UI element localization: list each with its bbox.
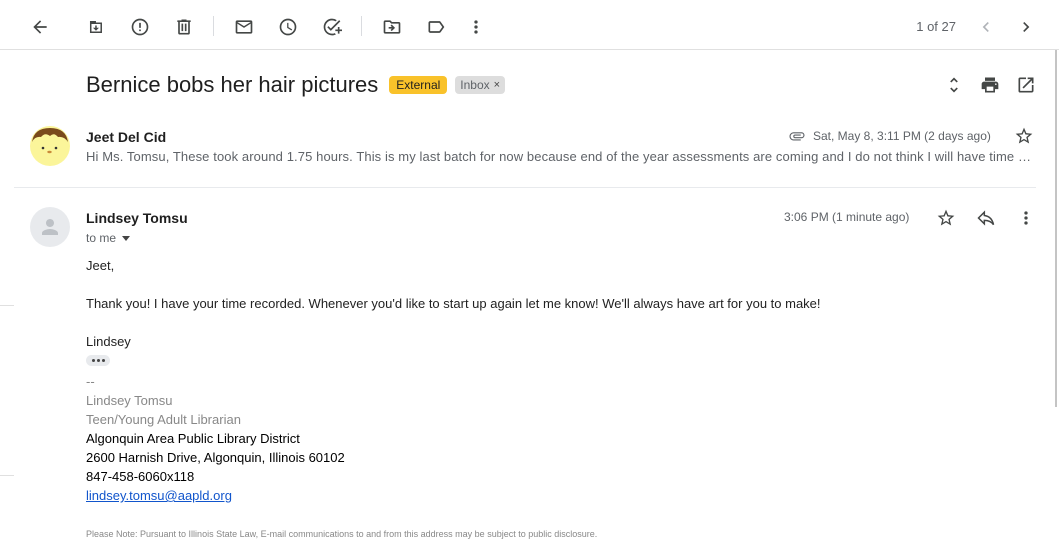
divider: [0, 305, 14, 306]
star-button[interactable]: [934, 206, 958, 230]
signature-disclaimer: Please Note: Pursuant to Illinois State …: [86, 529, 598, 539]
signature-org: Algonquin Area Public Library District: [86, 431, 300, 446]
message-snippet: Hi Ms. Tomsu, These took around 1.75 hou…: [86, 149, 1034, 164]
signature-title: Teen/Young Adult Librarian: [86, 412, 241, 427]
clock-icon: [279, 18, 297, 36]
label-external: External: [389, 76, 448, 94]
archive-button[interactable]: [78, 9, 114, 45]
more-vert-icon: [1024, 211, 1028, 225]
message-more-button[interactable]: [1014, 206, 1038, 230]
report-spam-button[interactable]: [122, 9, 158, 45]
label-inbox-text: Inbox: [460, 78, 490, 92]
toolbar: 1 of 27: [0, 0, 1059, 50]
avatar: [30, 126, 70, 166]
back-button[interactable]: [22, 9, 58, 45]
more-button[interactable]: [458, 9, 494, 45]
dot-icon: [101, 359, 105, 362]
caret-down-icon: [122, 235, 131, 241]
arrow-back-icon: [33, 20, 47, 34]
open-new-window-button[interactable]: [1011, 70, 1041, 100]
sender-name: Jeet Del Cid: [86, 129, 167, 145]
star-button[interactable]: [1014, 126, 1036, 148]
dot-icon: [96, 359, 100, 362]
toolbar-divider: [213, 16, 214, 36]
message-greeting: Jeet,: [86, 258, 115, 273]
archive-icon: [89, 20, 102, 33]
recipients-label: to me: [86, 231, 117, 245]
expanded-message: Lindsey Tomsu to me 3:06 PM (1 minute ag…: [14, 196, 1036, 541]
paperclip-icon: [789, 132, 805, 141]
move-to-button[interactable]: [374, 9, 410, 45]
email-subject: Bernice bobs her hair pictures: [86, 72, 379, 97]
sender-name: Lindsey Tomsu: [86, 210, 188, 226]
unfold-icon: [950, 77, 958, 93]
avatar: [30, 207, 70, 247]
trash-icon: [177, 19, 191, 35]
more-vert-icon: [474, 20, 478, 34]
message-date: Sat, May 8, 3:11 PM (2 days ago): [813, 129, 991, 143]
pager-count: 1 of 27: [916, 19, 956, 34]
divider: [0, 475, 14, 476]
signature-name: Lindsey Tomsu: [86, 393, 173, 408]
print-button[interactable]: [975, 70, 1005, 100]
chevron-right-icon: [1023, 22, 1030, 32]
move-folder-icon: [383, 20, 401, 34]
message-date: 3:06 PM (1 minute ago): [784, 210, 910, 224]
delete-button[interactable]: [166, 9, 202, 45]
star-icon: [937, 209, 955, 226]
reply-icon: [977, 210, 995, 226]
labels-button[interactable]: [418, 9, 454, 45]
attachment-indicator: [788, 127, 806, 145]
older-button[interactable]: [1008, 9, 1044, 45]
toolbar-divider: [361, 16, 362, 36]
dot-icon: [91, 359, 95, 362]
label-icon: [428, 21, 445, 33]
remove-label-icon[interactable]: ×: [494, 79, 500, 91]
signature-email-link[interactable]: lindsey.tomsu@aapld.org: [86, 488, 232, 503]
print-icon: [981, 77, 999, 93]
scrollbar[interactable]: [1055, 50, 1057, 407]
signature-separator: --: [86, 374, 95, 389]
subject-row: Bernice bobs her hair pictures External …: [86, 70, 506, 100]
star-icon: [1015, 127, 1033, 144]
chevron-left-icon: [982, 22, 989, 32]
mark-unread-button[interactable]: [226, 9, 262, 45]
snooze-button[interactable]: [270, 9, 306, 45]
collapsed-message[interactable]: Jeet Del Cid Hi Ms. Tomsu, These took ar…: [14, 116, 1036, 188]
open-in-new-icon: [1018, 77, 1034, 93]
signature-phone: 847-458-6060x118: [86, 469, 195, 484]
message-signoff: Lindsey: [86, 334, 131, 349]
report-icon: [131, 18, 149, 36]
mail-icon: [235, 20, 253, 34]
reply-button[interactable]: [974, 206, 998, 230]
pompompurin-avatar-icon: [30, 126, 70, 166]
message-body: Thank you! I have your time recorded. Wh…: [86, 296, 821, 311]
newer-button[interactable]: [968, 9, 1004, 45]
label-inbox: Inbox ×: [455, 76, 506, 94]
person-icon: [42, 219, 58, 235]
show-trimmed-content-button[interactable]: [86, 355, 110, 366]
signature-address: 2600 Harnish Drive, Algonquin, Illinois …: [86, 450, 345, 465]
add-task-icon: [323, 18, 342, 36]
recipients-toggle[interactable]: to me: [86, 231, 131, 245]
add-to-tasks-button[interactable]: [314, 9, 350, 45]
expand-all-button[interactable]: [939, 70, 969, 100]
